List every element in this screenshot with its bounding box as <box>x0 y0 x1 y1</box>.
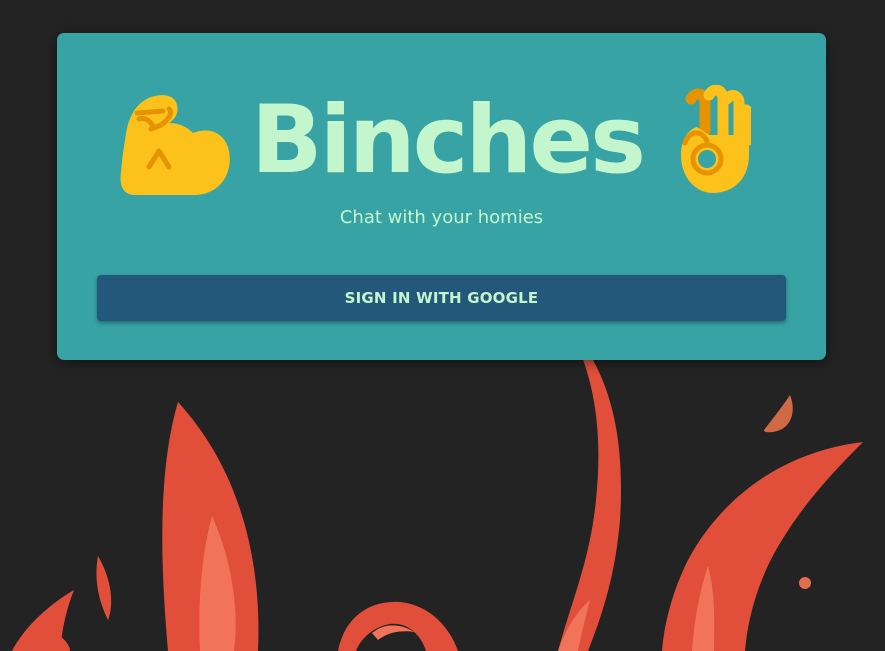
title-row: Binches <box>57 85 826 200</box>
ember-leaf <box>763 395 793 433</box>
login-page: Binches Chat with your homies SIGN IN WI… <box>0 0 885 651</box>
app-subtitle: Chat with your homies <box>339 207 544 228</box>
login-card: Binches Chat with your homies SIGN IN WI… <box>57 33 826 360</box>
sign-in-with-google-button[interactable]: SIGN IN WITH GOOGLE <box>97 275 786 321</box>
ok-hand-icon <box>681 85 751 193</box>
flame-small-sliver <box>96 556 112 620</box>
app-title: Binches <box>250 86 646 195</box>
ember-dot <box>799 577 811 589</box>
flexed-biceps-icon <box>120 95 230 195</box>
flame-small-bit <box>57 636 70 651</box>
flame-right-sweep <box>662 442 863 651</box>
